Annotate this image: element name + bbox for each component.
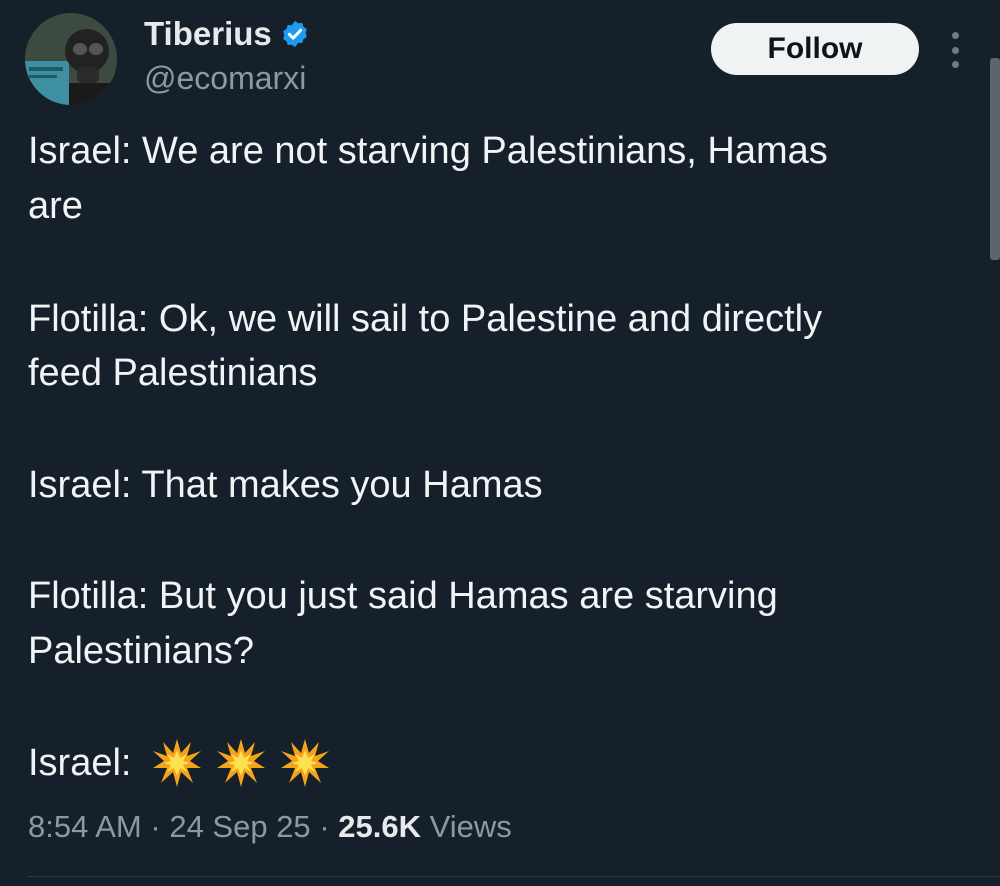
tweet-time[interactable]: 8:54 AM [28,809,142,844]
meta-separator: · [150,809,161,844]
tweet-text-line: Palestinians? [28,630,255,672]
tweet-text-line: Flotilla: Ok, we will sail to Palestine … [28,298,823,340]
views-label: Views [429,809,512,844]
tweet-meta: 8:54 AM · 24 Sep 25 · 25.6K Views [28,805,512,849]
more-dot [951,32,959,39]
collision-icon [153,739,201,787]
author-name[interactable]: Tiberius [144,14,310,54]
author-handle[interactable]: @ecomarxi [144,58,306,98]
scrollbar[interactable] [990,58,1000,260]
tweet-text-line: Flotilla: But you just said Hamas are st… [28,575,778,617]
emoji-row [152,738,330,788]
tweet-text-line: Israel: [28,742,132,784]
verified-badge-icon [282,20,307,48]
more-dot [951,46,959,54]
tweet-text-line: Israel: That makes you Hamas [28,464,543,506]
meta-separator: · [319,809,330,844]
author-name-text[interactable]: Tiberius [144,14,272,54]
tweet-text-line: are [28,185,83,227]
collision-icon [281,739,329,787]
tweet-text-line: feed Palestinians [28,352,318,394]
divider [28,876,1000,877]
more-dot [951,61,959,68]
tweet-date[interactable]: 24 Sep 25 [169,809,310,844]
tweet-text-line: Israel: We are not starving Palestinians… [28,130,828,172]
avatar[interactable] [25,13,117,105]
follow-button[interactable]: Follow [711,23,919,75]
views-count[interactable]: 25.6K [338,809,421,844]
collision-icon [217,739,265,787]
more-options-icon[interactable] [946,32,964,68]
avatar-image [25,13,117,105]
